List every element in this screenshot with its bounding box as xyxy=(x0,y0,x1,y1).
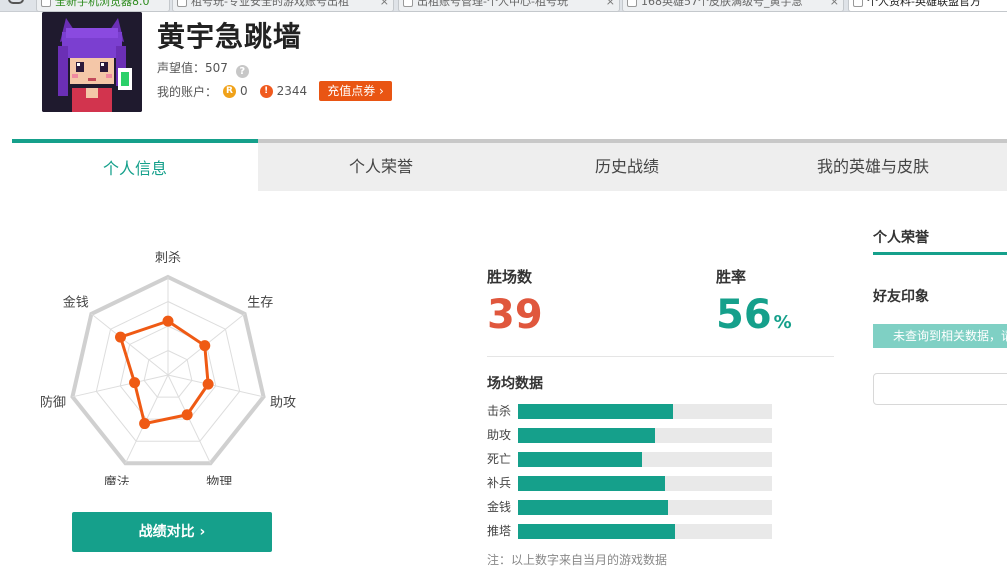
average-bar-fill xyxy=(518,404,673,419)
no-data-notice: 未查询到相关数据，请 xyxy=(873,324,1007,348)
radar-point xyxy=(114,331,126,343)
wins-label: 胜场数 xyxy=(487,268,533,286)
page-icon xyxy=(853,0,863,7)
radar-axis-label: 金钱 xyxy=(63,294,89,310)
browser-tab-strip: 全新手机浏览器8.0 租号玩-专业安全的游戏账号出租 × 出租账号管理-个人中心… xyxy=(0,0,1007,12)
average-bar-track xyxy=(518,404,772,419)
radar-axis-label: 魔法 xyxy=(104,475,130,485)
tab-personal-info[interactable]: 个人信息 xyxy=(12,139,258,191)
average-row-gold: 金钱 xyxy=(487,499,777,523)
panel-title-underline xyxy=(873,252,1007,255)
browser-tab-1[interactable]: 全新手机浏览器8.0 xyxy=(36,0,170,12)
tab-heroes-skins[interactable]: 我的英雄与皮肤 xyxy=(750,143,996,191)
radar-axis-label: 物理 xyxy=(206,475,232,485)
impression-input[interactable] xyxy=(873,373,1007,405)
page-icon xyxy=(627,0,637,7)
average-bar-fill xyxy=(518,452,643,467)
help-icon[interactable]: ? xyxy=(235,65,249,78)
recharge-button[interactable]: 充值点券 › xyxy=(319,81,392,101)
radar-point xyxy=(199,340,211,352)
average-row-kills: 击杀 xyxy=(487,403,777,427)
average-bar-fill xyxy=(518,428,656,443)
average-label: 击杀 xyxy=(487,404,512,418)
avatar-image xyxy=(42,12,142,112)
average-label: 金钱 xyxy=(487,500,512,514)
summoner-name: 黄宇急跳墙 xyxy=(157,20,303,53)
average-bar-track xyxy=(518,500,772,515)
radar-axis-label: 刺杀 xyxy=(155,251,181,266)
average-bar-track xyxy=(518,524,772,539)
divider xyxy=(487,356,834,357)
radar-point xyxy=(181,409,193,421)
point-coupon-value: 2344 xyxy=(276,84,308,98)
r-coin-icon: R xyxy=(223,84,237,98)
average-label: 死亡 xyxy=(487,452,512,466)
account-balance: 我的账户： R 0 ! 2344 充值点券 › xyxy=(157,81,392,101)
avatar xyxy=(42,12,142,112)
winrate-unit: % xyxy=(773,312,792,333)
average-label: 补兵 xyxy=(487,476,512,490)
average-row-towers: 推塔 xyxy=(487,523,777,547)
compare-stats-button[interactable]: 战绩对比 › xyxy=(72,512,272,552)
average-bar-track xyxy=(518,452,772,467)
radar-point xyxy=(139,418,151,430)
browser-tab-label: 个人资料-英雄联盟官方 xyxy=(867,0,981,8)
close-icon[interactable]: × xyxy=(380,0,389,9)
radar-point xyxy=(162,315,174,327)
page-icon xyxy=(41,0,51,7)
radar-axis-label: 生存 xyxy=(247,295,273,310)
browser-tab-5[interactable]: 个人资料-英雄联盟官方 xyxy=(848,0,1007,12)
account-label: 我的账户： xyxy=(157,84,218,99)
data-source-note: 注：以上数字来自当月的游戏数据 xyxy=(487,553,668,567)
profile-nav: 个人信息 个人荣誉 历史战绩 我的英雄与皮肤 xyxy=(12,139,1007,191)
browser-tab-label: 租号玩-专业安全的游戏账号出租 xyxy=(191,0,349,8)
friend-impression-title: 好友印象 xyxy=(873,289,929,305)
radar-point xyxy=(129,377,141,389)
tab-match-history[interactable]: 历史战绩 xyxy=(504,143,750,191)
browser-tab-label: 全新手机浏览器8.0 xyxy=(55,0,150,8)
reputation-value: 507 xyxy=(205,61,228,75)
browser-tab-3[interactable]: 出租账号管理-个人中心-租号玩 × xyxy=(398,0,620,12)
point-coupon-icon: ! xyxy=(259,84,273,98)
average-row-assists: 助攻 xyxy=(487,427,777,451)
winrate-value: 56 xyxy=(716,292,772,338)
average-row-cs: 补兵 xyxy=(487,475,777,499)
average-label: 助攻 xyxy=(487,428,512,442)
radar-axis-label: 防御 xyxy=(40,394,66,410)
r-coin-value: 0 xyxy=(240,84,248,98)
browser-tab-4[interactable]: 168英雄57个皮肤满级号_黄宇急 × xyxy=(622,0,844,12)
reputation-label: 声望值： xyxy=(157,61,206,75)
close-icon[interactable]: × xyxy=(830,0,839,9)
page-icon xyxy=(403,0,413,7)
averages-bars: 击杀 助攻 死亡 补兵 金钱 推塔 xyxy=(487,403,777,547)
browser-tab-label: 出租账号管理-个人中心-租号玩 xyxy=(417,0,568,8)
average-bar-fill xyxy=(518,524,676,539)
winrate: 56% xyxy=(716,292,792,338)
reputation: 声望值：507 ? xyxy=(157,59,249,78)
average-row-deaths: 死亡 xyxy=(487,451,777,475)
wins-value: 39 xyxy=(487,292,543,338)
close-icon[interactable]: × xyxy=(606,0,615,9)
average-bar-track xyxy=(518,428,772,443)
page-root: 全新手机浏览器8.0 租号玩-专业安全的游戏账号出租 × 出租账号管理-个人中心… xyxy=(0,0,1007,584)
average-bar-track xyxy=(518,476,772,491)
radar-point xyxy=(202,378,214,390)
page-icon xyxy=(177,0,187,7)
browser-menu-icon[interactable] xyxy=(8,0,24,4)
tab-personal-honor[interactable]: 个人荣誉 xyxy=(258,143,504,191)
radar-axis-label: 助攻 xyxy=(270,395,296,410)
browser-tab-label: 168英雄57个皮肤满级号_黄宇急 xyxy=(641,0,803,8)
average-label: 推塔 xyxy=(487,524,512,538)
averages-title: 场均数据 xyxy=(487,376,543,392)
average-bar-fill xyxy=(518,476,666,491)
honor-panel-title[interactable]: 个人荣誉 xyxy=(873,227,929,247)
winrate-label: 胜率 xyxy=(716,268,747,286)
ability-radar-chart: 刺杀生存助攻物理 魔法 防御 金钱 xyxy=(40,251,296,485)
average-bar-fill xyxy=(518,500,668,515)
browser-tab-2[interactable]: 租号玩-专业安全的游戏账号出租 × xyxy=(172,0,394,12)
